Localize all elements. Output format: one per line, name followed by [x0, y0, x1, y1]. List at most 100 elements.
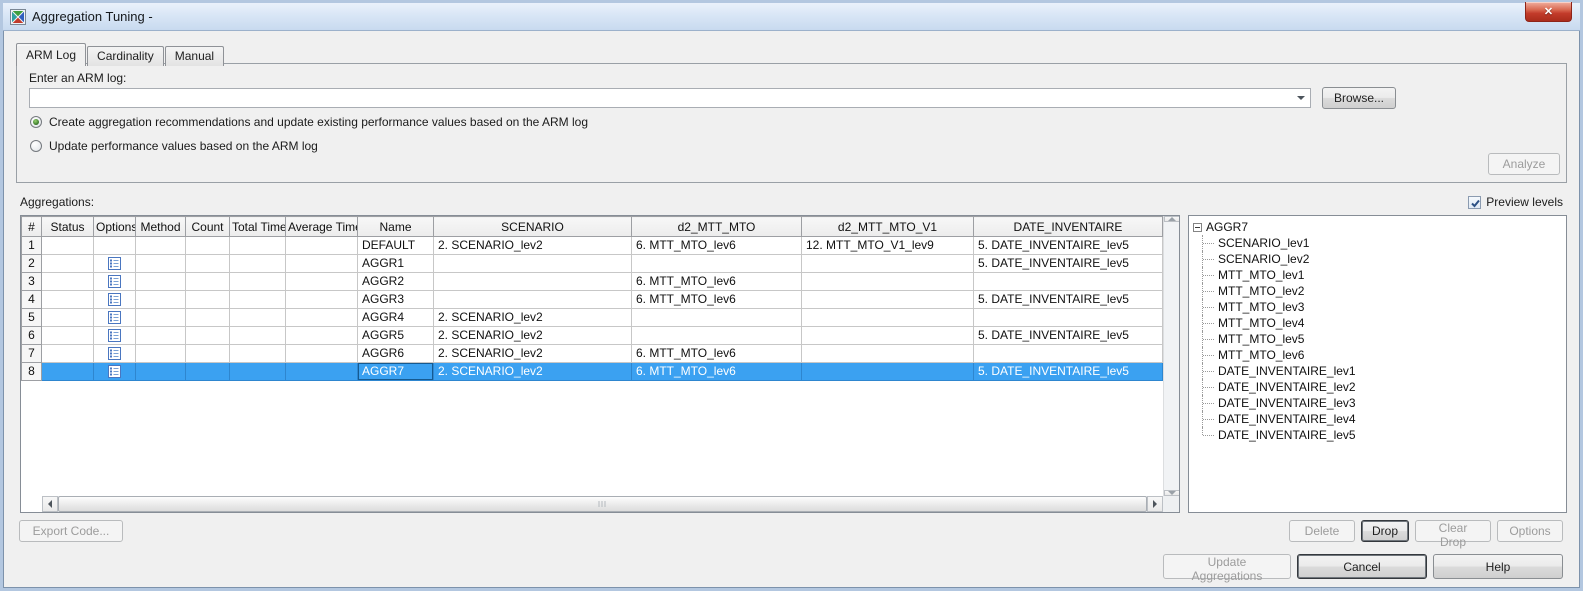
avg-time-cell[interactable] — [286, 363, 358, 381]
radio-update-performance[interactable]: Update performance values based on the A… — [30, 139, 318, 153]
column-header-options[interactable]: Options — [94, 217, 136, 237]
table-row[interactable]: 7AGGR62. SCENARIO_lev26. MTT_MTO_lev6 — [22, 345, 1163, 363]
status-cell[interactable] — [42, 237, 94, 255]
column-header-total-time[interactable]: Total Time — [230, 217, 286, 237]
method-cell[interactable] — [136, 237, 186, 255]
row-number[interactable]: 8 — [22, 363, 42, 381]
options-icon[interactable] — [108, 311, 121, 324]
total-time-cell[interactable] — [230, 273, 286, 291]
tree-item[interactable]: SCENARIO_lev1 — [1202, 235, 1562, 251]
tab-manual[interactable]: Manual — [165, 46, 224, 66]
total-time-cell[interactable] — [230, 327, 286, 345]
method-cell[interactable] — [136, 273, 186, 291]
avg-time-cell[interactable] — [286, 273, 358, 291]
status-cell[interactable] — [42, 309, 94, 327]
table-row[interactable]: 3AGGR26. MTT_MTO_lev6 — [22, 273, 1163, 291]
tab-arm-log[interactable]: ARM Log — [16, 43, 86, 66]
options-cell[interactable] — [94, 237, 136, 255]
date-inventaire-cell[interactable] — [974, 309, 1163, 327]
name-cell[interactable]: AGGR6 — [358, 345, 434, 363]
scenario-cell[interactable] — [434, 255, 632, 273]
column-header-name[interactable]: Name — [358, 217, 434, 237]
d2-mtt-mto-cell[interactable]: 6. MTT_MTO_lev6 — [632, 237, 802, 255]
tree-item[interactable]: DATE_INVENTAIRE_lev4 — [1202, 411, 1562, 427]
avg-time-cell[interactable] — [286, 327, 358, 345]
column-header-count[interactable]: Count — [186, 217, 230, 237]
options-button[interactable]: Options — [1497, 520, 1563, 542]
column-header--[interactable]: # — [22, 217, 42, 237]
delete-button[interactable]: Delete — [1289, 520, 1355, 542]
total-time-cell[interactable] — [230, 291, 286, 309]
d2-mtt-mto-v1-cell[interactable] — [802, 255, 974, 273]
row-number[interactable]: 2 — [22, 255, 42, 273]
status-cell[interactable] — [42, 255, 94, 273]
export-code-button[interactable]: Export Code... — [19, 520, 123, 542]
options-cell[interactable] — [94, 327, 136, 345]
d2-mtt-mto-cell[interactable]: 6. MTT_MTO_lev6 — [632, 273, 802, 291]
collapse-minus-icon[interactable] — [1193, 223, 1202, 232]
d2-mtt-mto-v1-cell[interactable] — [802, 327, 974, 345]
vertical-scrollbar[interactable] — [1163, 216, 1179, 496]
column-header-d2-mtt-mto-v1[interactable]: d2_MTT_MTO_V1 — [802, 217, 974, 237]
tree-item[interactable]: MTT_MTO_lev1 — [1202, 267, 1562, 283]
options-icon[interactable] — [108, 365, 121, 378]
help-button[interactable]: Help — [1433, 554, 1563, 579]
count-cell[interactable] — [186, 345, 230, 363]
date-inventaire-cell[interactable] — [974, 345, 1163, 363]
avg-time-cell[interactable] — [286, 291, 358, 309]
cancel-button[interactable]: Cancel — [1297, 554, 1427, 579]
column-header-average-time[interactable]: Average Time — [286, 217, 358, 237]
scenario-cell[interactable]: 2. SCENARIO_lev2 — [434, 327, 632, 345]
d2-mtt-mto-v1-cell[interactable] — [802, 309, 974, 327]
options-cell[interactable] — [94, 309, 136, 327]
tree-item[interactable]: MTT_MTO_lev2 — [1202, 283, 1562, 299]
count-cell[interactable] — [186, 255, 230, 273]
tab-cardinality[interactable]: Cardinality — [87, 46, 164, 66]
tree-item[interactable]: DATE_INVENTAIRE_lev2 — [1202, 379, 1562, 395]
row-number[interactable]: 5 — [22, 309, 42, 327]
options-icon[interactable] — [108, 347, 121, 360]
name-cell[interactable]: AGGR1 — [358, 255, 434, 273]
count-cell[interactable] — [186, 309, 230, 327]
tree-item[interactable]: SCENARIO_lev2 — [1202, 251, 1562, 267]
date-inventaire-cell[interactable]: 5. DATE_INVENTAIRE_lev5 — [974, 327, 1163, 345]
method-cell[interactable] — [136, 327, 186, 345]
chevron-down-icon[interactable] — [1297, 96, 1305, 100]
scroll-up-button[interactable] — [1164, 216, 1180, 222]
radio-create-recommendations[interactable]: Create aggregation recommendations and u… — [30, 115, 588, 129]
update-aggregations-button[interactable]: Update Aggregations — [1163, 554, 1291, 579]
column-header-scenario[interactable]: SCENARIO — [434, 217, 632, 237]
row-number[interactable]: 6 — [22, 327, 42, 345]
table-row[interactable]: 2 AGGR1 5. DATE_INVENTAIRE_lev5 — [22, 255, 1163, 273]
total-time-cell[interactable] — [230, 363, 286, 381]
table-row[interactable]: 5AGGR42. SCENARIO_lev2 — [22, 309, 1163, 327]
radio-button-icon[interactable] — [30, 140, 42, 152]
options-icon[interactable] — [108, 275, 121, 288]
tree-root-item[interactable]: AGGR7 — [1193, 219, 1562, 235]
method-cell[interactable] — [136, 309, 186, 327]
name-cell[interactable]: AGGR4 — [358, 309, 434, 327]
avg-time-cell[interactable] — [286, 345, 358, 363]
count-cell[interactable] — [186, 363, 230, 381]
d2-mtt-mto-v1-cell[interactable] — [802, 291, 974, 309]
status-cell[interactable] — [42, 291, 94, 309]
drop-button[interactable]: Drop — [1361, 520, 1409, 542]
date-inventaire-cell[interactable]: 5. DATE_INVENTAIRE_lev5 — [974, 363, 1163, 381]
d2-mtt-mto-v1-cell[interactable] — [802, 345, 974, 363]
options-cell[interactable] — [94, 363, 136, 381]
tree-item[interactable]: MTT_MTO_lev4 — [1202, 315, 1562, 331]
method-cell[interactable] — [136, 255, 186, 273]
row-number[interactable]: 3 — [22, 273, 42, 291]
total-time-cell[interactable] — [230, 255, 286, 273]
scenario-cell[interactable]: 2. SCENARIO_lev2 — [434, 345, 632, 363]
d2-mtt-mto-v1-cell[interactable] — [802, 363, 974, 381]
date-inventaire-cell[interactable]: 5. DATE_INVENTAIRE_lev5 — [974, 291, 1163, 309]
scroll-right-button[interactable] — [1147, 496, 1163, 512]
date-inventaire-cell[interactable]: 5. DATE_INVENTAIRE_lev5 — [974, 255, 1163, 273]
scenario-cell[interactable]: 2. SCENARIO_lev2 — [434, 363, 632, 381]
browse-button[interactable]: Browse... — [1322, 87, 1396, 109]
row-number[interactable]: 7 — [22, 345, 42, 363]
table-row[interactable]: 4AGGR36. MTT_MTO_lev65. DATE_INVENTAIRE_… — [22, 291, 1163, 309]
count-cell[interactable] — [186, 273, 230, 291]
method-cell[interactable] — [136, 345, 186, 363]
